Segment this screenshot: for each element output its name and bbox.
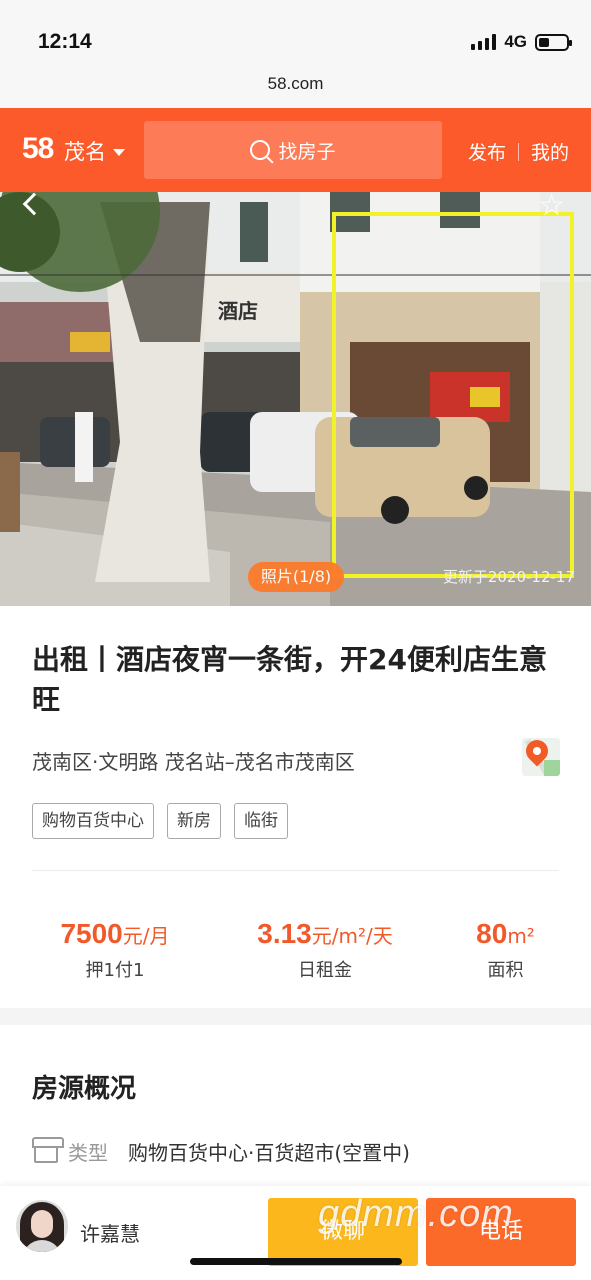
stat-area: 80m² 面积 (420, 916, 591, 982)
stat-label: 面积 (487, 960, 524, 981)
search-icon (250, 140, 271, 160)
search-box[interactable]: 找房子 (144, 121, 442, 179)
stat-label: 押1付1 (85, 960, 145, 981)
caret-down-icon (113, 149, 125, 156)
divider (32, 870, 559, 871)
favorite-star-icon[interactable]: ☆ (538, 192, 565, 223)
photo-counter[interactable]: 照片(1/8) (248, 562, 344, 592)
agent-name[interactable]: 许嘉慧 (80, 1218, 140, 1247)
publish-link[interactable]: 发布 (468, 138, 506, 165)
status-bar: 12:14 4G (0, 0, 591, 70)
section-gap (0, 1008, 591, 1025)
stat-value: 3.13元/m²/天 (257, 918, 393, 949)
mine-link[interactable]: 我的 (531, 138, 569, 165)
city-selector[interactable]: 茂名 (64, 136, 125, 166)
price-stats: 7500元/月 押1付1 3.13元/m²/天 日租金 80m² 面积 (0, 916, 591, 982)
status-indicators: 4G (471, 32, 572, 52)
home-indicator[interactable] (190, 1258, 402, 1265)
listing-title: 出租丨酒店夜宵一条街，开24便利店生意旺 (32, 643, 547, 716)
overview-type-row: 类型 购物百货中心·百货超市(空置中) (32, 1136, 410, 1166)
network-type: 4G (504, 32, 527, 51)
search-placeholder: 找房子 (278, 140, 336, 163)
stat-rent: 7500元/月 押1付1 (0, 916, 230, 982)
site-logo[interactable]: 58 (22, 132, 54, 166)
status-time: 12:14 (38, 30, 92, 53)
stat-value: 7500元/月 (60, 918, 170, 949)
url-bar[interactable]: 58.com (0, 70, 591, 108)
stat-daily-rent: 3.13元/m²/天 日租金 (230, 916, 420, 982)
divider (517, 142, 519, 161)
listing-address: 茂南区·文明路 茂名站–茂名市茂南区 (32, 750, 355, 774)
stat-label: 日租金 (298, 960, 352, 981)
avatar[interactable] (16, 1200, 68, 1252)
signal-icon (471, 34, 497, 50)
map-location-icon[interactable] (522, 738, 560, 776)
battery-icon (535, 33, 572, 51)
type-value: 购物百货中心·百货超市(空置中) (128, 1141, 410, 1165)
overview-title: 房源概况 (32, 1074, 137, 1104)
shop-sign: 酒店 (218, 299, 258, 323)
stat-value: 80m² (476, 918, 535, 949)
listing-photo[interactable]: 酒店 ☆ 照片(1/8) 更新于2020-12-17 (0, 192, 591, 606)
battery-level (539, 37, 549, 47)
photo-updated-date: 更新于2020-12-17 (442, 568, 575, 586)
street-photo-image: 酒店 (0, 192, 591, 606)
tag-item: 购物百货中心 (32, 803, 154, 839)
store-icon (32, 1136, 64, 1163)
app-header: 58 茂名 找房子 发布 我的 (0, 108, 591, 192)
city-label: 茂名 (64, 140, 106, 164)
header-links: 发布 我的 (468, 138, 569, 165)
tag-item: 临街 (234, 803, 288, 839)
watermark: gdmm.com (318, 1193, 514, 1235)
tag-list: 购物百货中心 新房 临街 (32, 803, 288, 839)
tag-item: 新房 (167, 803, 221, 839)
type-key: 类型 (68, 1141, 108, 1165)
